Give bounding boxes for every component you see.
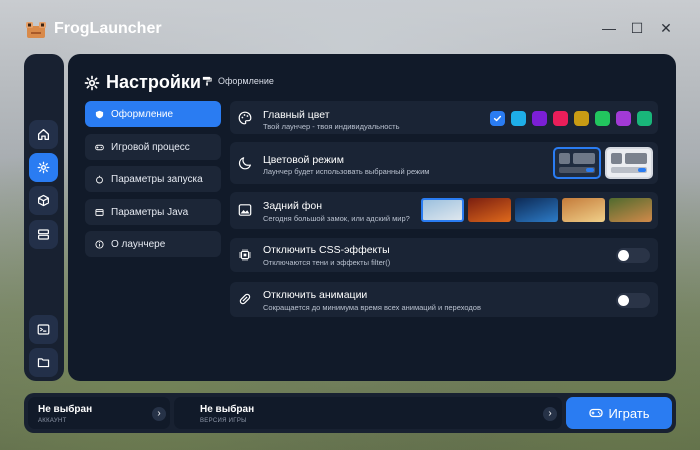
accent-swatch[interactable] [574,111,589,126]
palette-icon [95,110,104,118]
settings-panel: Настройки Оформление Оформление Игровой … [68,54,676,381]
moon-icon [238,157,251,170]
bottom-bar: Не выбран АККАУНТ › Не выбран ВЕРСИЯ ИГР… [24,393,676,433]
title-bar: FrogLauncher — ☐ ✕ [0,0,700,56]
tab-java-parameters[interactable]: Параметры Java [85,199,221,225]
gamepad-icon [588,408,603,418]
rocket-icon [96,175,103,183]
setting-subtitle: Лаунчер будет использовать выбранный реж… [263,167,430,176]
pill-icon [239,293,251,305]
background-thumbnail[interactable] [609,198,652,222]
sidebar [24,54,64,381]
css-effects-toggle[interactable] [616,248,650,263]
close-button[interactable]: ✕ [657,19,675,37]
accent-swatch[interactable] [553,111,568,126]
paint-roller-icon [202,76,212,86]
play-label: Играть [608,405,650,421]
accent-swatch[interactable] [490,111,505,126]
toggle-knob [618,295,629,306]
background-thumbnail[interactable] [562,198,605,222]
java-icon [95,208,104,216]
setting-title: Задний фон [263,200,323,212]
account-selector[interactable]: Не выбран АККАУНТ › [28,397,170,429]
chevron-right-icon: › [152,407,166,421]
check-icon [493,115,502,122]
folder-icon [37,358,50,368]
accent-swatch[interactable] [637,111,652,126]
page-heading: Настройки [84,72,201,93]
setting-title: Отключить CSS-эффекты [263,244,390,256]
gear-icon [37,161,50,174]
breadcrumb-label: Оформление [218,76,274,86]
sidebar-servers-button[interactable] [29,220,58,249]
setting-subtitle: Твой лаунчер - твоя индивидуальность [263,122,400,131]
sidebar-console-button[interactable] [29,315,58,344]
accent-swatch[interactable] [595,111,610,126]
minimize-button[interactable]: — [600,19,618,37]
version-selector[interactable]: Не выбран ВЕРСИЯ ИГРЫ › [174,397,562,429]
setting-subtitle: Сегодня большой замок, или адский мир? [263,214,410,223]
sidebar-settings-button[interactable] [29,153,58,182]
toggle-knob [618,250,629,261]
app-title: FrogLauncher [54,20,162,37]
server-icon [38,229,49,240]
animations-toggle[interactable] [616,293,650,308]
setting-title: Главный цвет [263,109,330,121]
play-button[interactable]: Играть [566,397,672,429]
version-name: Не выбран [200,404,255,415]
sidebar-folder-button[interactable] [29,348,58,377]
background-thumbnail[interactable] [515,198,558,222]
chevron-right-icon: › [543,407,557,421]
tab-appearance[interactable]: Оформление [85,101,221,127]
setting-accent-color: Главный цвет Твой лаунчер - твоя индивид… [230,101,658,134]
dark-mode-option[interactable] [553,147,601,179]
setting-subtitle: Отключаются тени и эффекты filter() [263,258,391,267]
home-icon [37,128,50,141]
tab-gameplay[interactable]: Игровой процесс [85,134,221,160]
version-caption: ВЕРСИЯ ИГРЫ [200,418,247,424]
setting-animations: Отключить анимации Сокращается до миниму… [230,282,658,317]
gamepad-icon [95,144,104,150]
account-name: Не выбран [38,404,93,415]
accent-swatch[interactable] [511,111,526,126]
console-icon [37,324,50,335]
chip-icon [239,249,251,261]
account-caption: АККАУНТ [38,418,67,424]
accent-swatch[interactable] [616,111,631,126]
breadcrumb: Оформление [202,76,274,86]
page-title: Настройки [106,72,201,92]
info-icon [95,239,104,249]
sidebar-packs-button[interactable] [29,186,58,215]
accent-color-swatches [484,111,652,126]
setting-title: Отключить анимации [263,289,368,301]
setting-background: Задний фон Сегодня большой замок, или ад… [230,192,658,229]
image-icon [238,204,252,216]
palette-icon [238,111,252,125]
setting-css-effects: Отключить CSS-эффекты Отключаются тени и… [230,238,658,272]
frog-logo-icon [26,22,46,38]
sidebar-home-button[interactable] [29,120,58,149]
accent-swatch[interactable] [532,111,547,126]
setting-color-mode: Цветовой режим Лаунчер будет использоват… [230,142,658,184]
background-thumbnail[interactable] [421,198,464,222]
tab-launch-parameters[interactable]: Параметры запуска [85,166,221,192]
tab-about[interactable]: О лаунчере [85,231,221,257]
gear-icon [84,75,100,90]
setting-subtitle: Сокращается до минимума время всех анима… [263,303,481,312]
background-thumbnail[interactable] [468,198,511,222]
cube-icon [38,194,49,207]
maximize-button[interactable]: ☐ [628,19,646,37]
light-mode-option[interactable] [605,147,653,179]
setting-title: Цветовой режим [263,154,345,166]
